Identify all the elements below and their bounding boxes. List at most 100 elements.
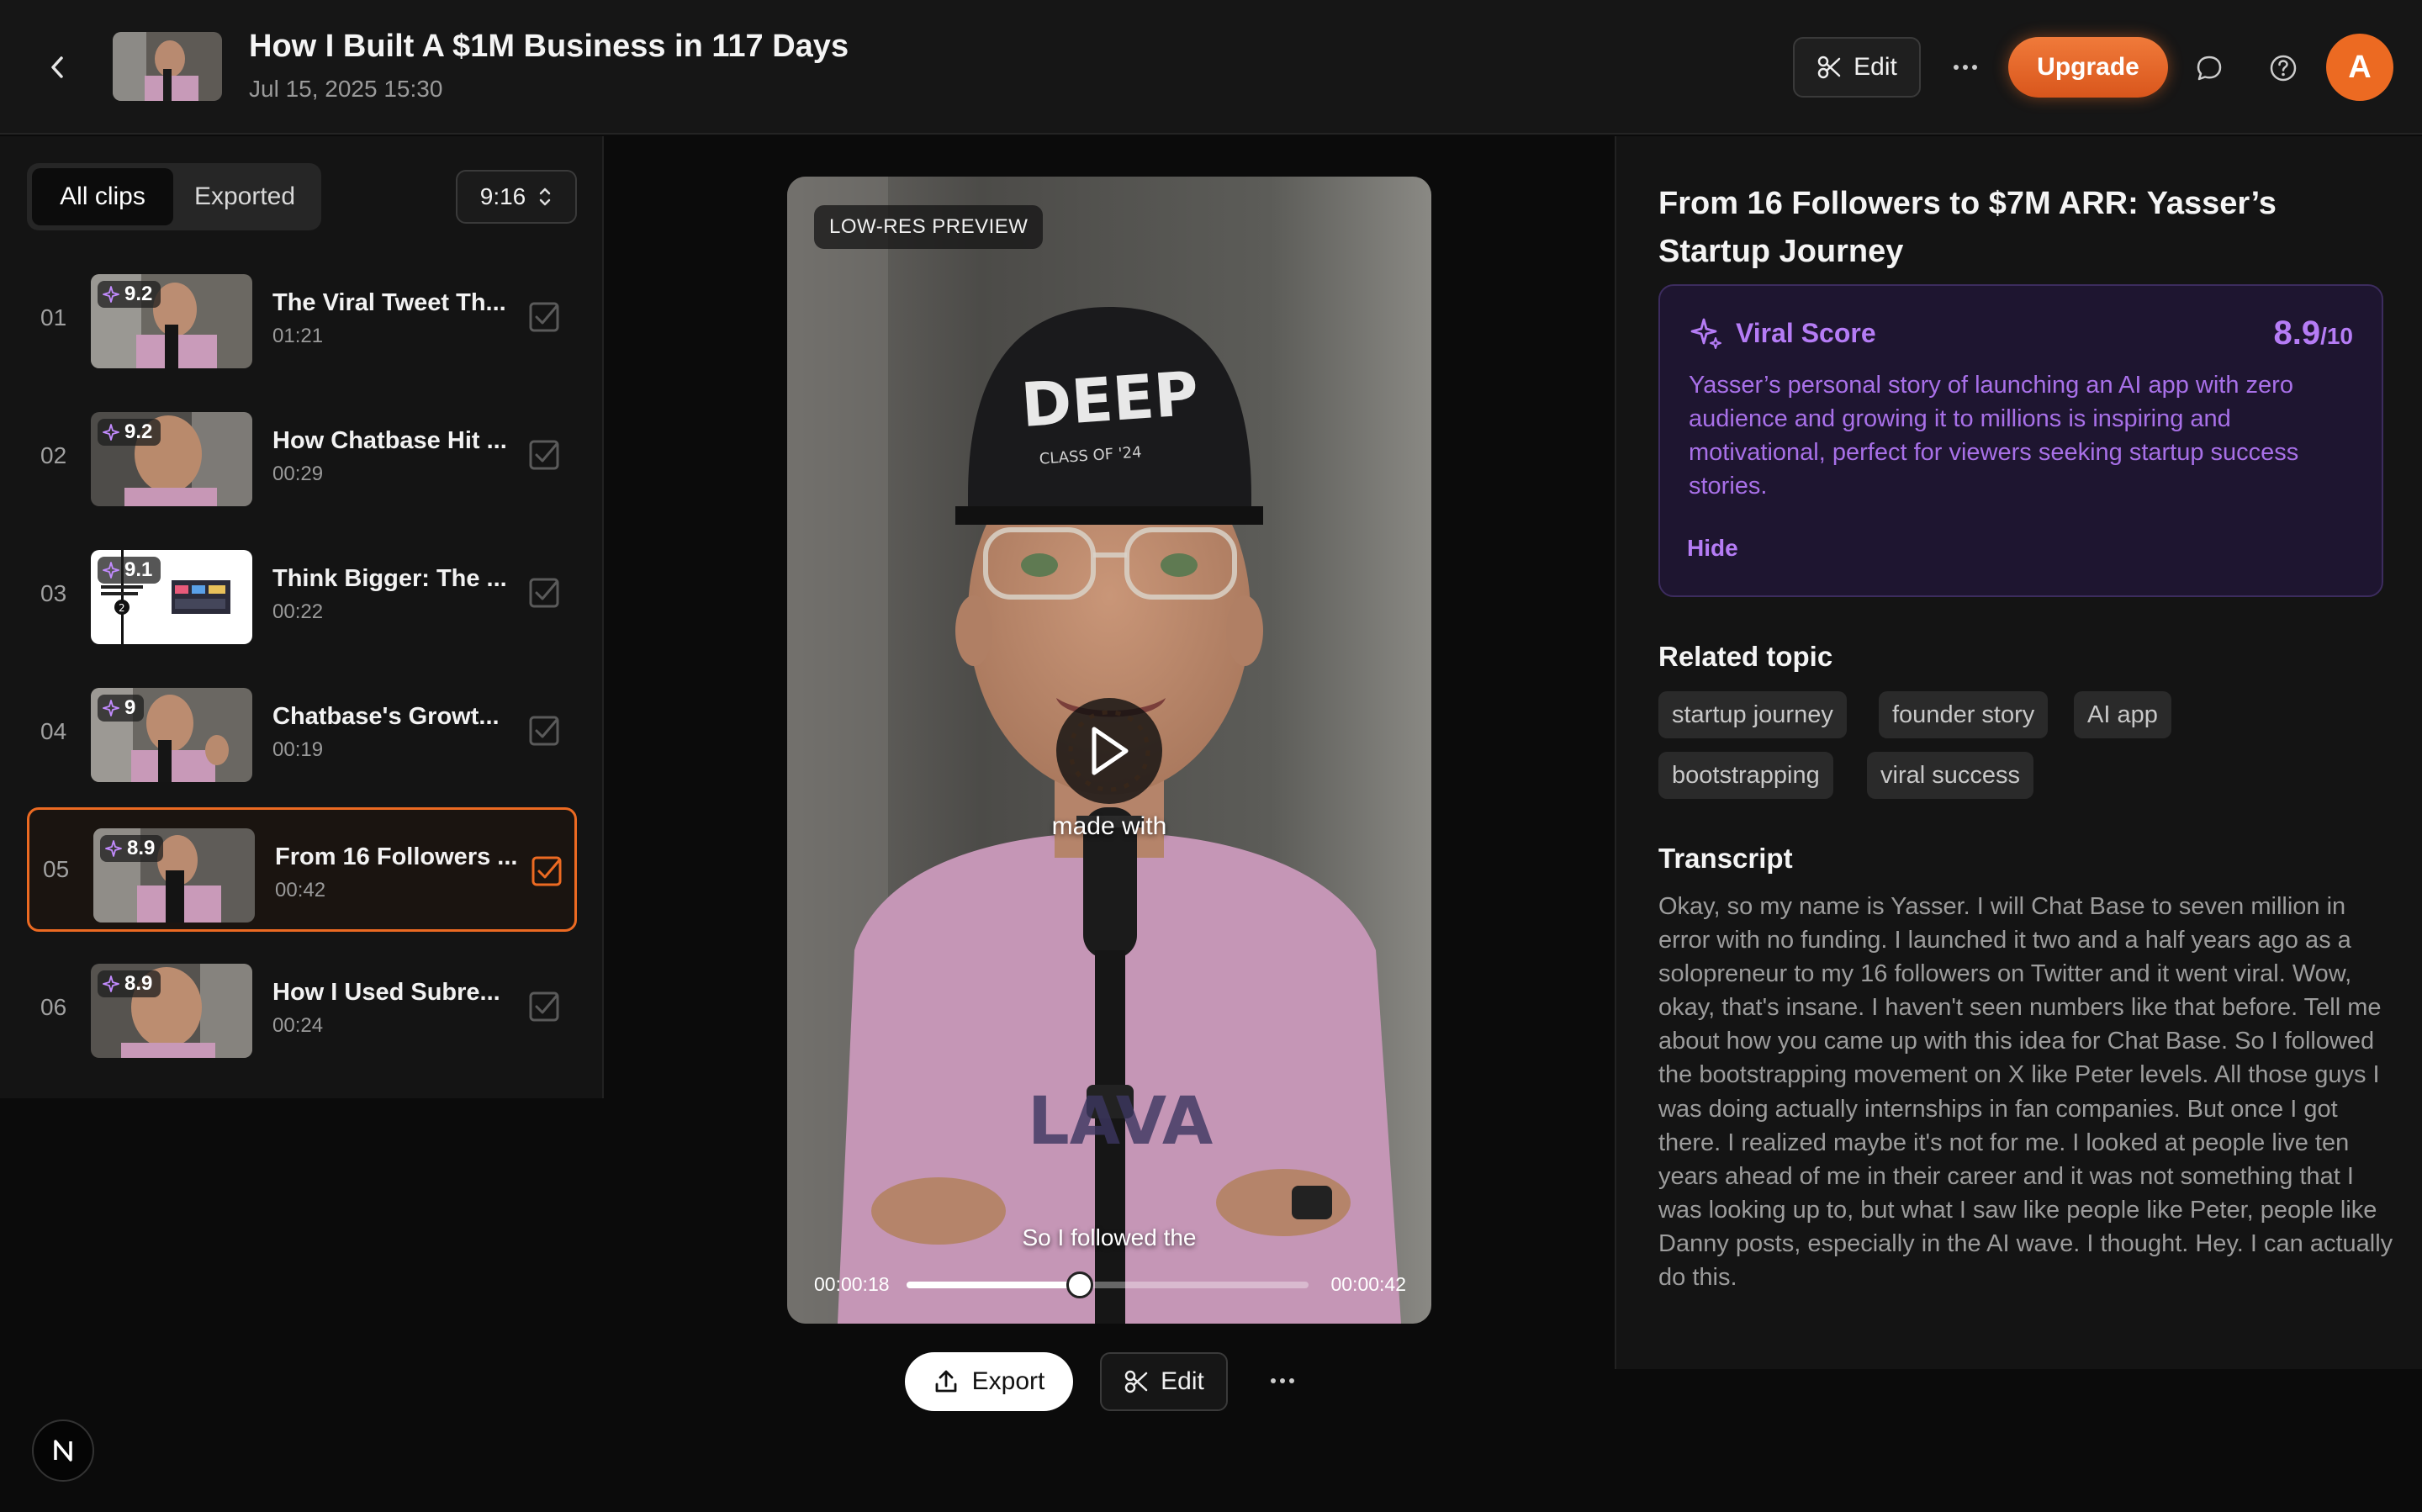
- clip-thumbnail: 9.2: [91, 274, 252, 368]
- tab-exported[interactable]: Exported: [173, 168, 316, 225]
- play-icon: [1092, 727, 1129, 775]
- clip-row[interactable]: 01 9.2 The Viral Tweet Th... 01:21: [27, 256, 577, 380]
- app-badge[interactable]: [32, 1419, 94, 1482]
- clip-duration: 00:42: [275, 879, 326, 901]
- clip-score-badge: 8.9: [98, 970, 161, 997]
- seek-handle[interactable]: [1066, 1271, 1093, 1298]
- seek-bar-progress: [907, 1282, 1080, 1288]
- total-time: 00:00:42: [1330, 1273, 1406, 1295]
- clip-score-value: 8.9: [127, 837, 156, 859]
- clip-thumbnail: 9: [91, 688, 252, 782]
- clip-row[interactable]: 04 9 Chatbase's Growt... 00:19: [27, 669, 577, 794]
- current-time: 00:00:18: [814, 1273, 890, 1295]
- seek-bar[interactable]: [907, 1271, 1309, 1298]
- clip-edit-label: Edit: [1161, 1367, 1204, 1395]
- tab-all-clips[interactable]: All clips: [32, 168, 173, 225]
- svg-text:LAVA: LAVA: [1028, 1084, 1213, 1160]
- clip-duration: 00:22: [272, 600, 324, 623]
- back-button[interactable]: [40, 49, 74, 86]
- top-header: How I Built A $1M Business in 117 Days J…: [0, 0, 2422, 135]
- topic-tag[interactable]: bootstrapping: [1658, 752, 1833, 799]
- video-date: Jul 15, 2025 15:30: [249, 76, 443, 102]
- clip-thumbnail: 8.9: [91, 964, 252, 1058]
- more-horizontal-icon: [1954, 65, 1977, 70]
- chat-button[interactable]: [2190, 49, 2229, 87]
- viral-score-max: /10: [2320, 323, 2353, 349]
- clip-number: 06: [40, 994, 67, 1020]
- header-edit-button[interactable]: Edit: [1793, 37, 1921, 98]
- clip-duration: 01:21: [272, 325, 324, 347]
- play-button[interactable]: [1056, 698, 1162, 804]
- viral-score-card: Viral Score 8.9/10 Yasser’s personal sto…: [1658, 284, 2383, 597]
- topic-tag[interactable]: viral success: [1867, 752, 2033, 799]
- page-title: How I Built A $1M Business in 117 Days: [249, 29, 849, 64]
- checkbox-icon[interactable]: [528, 577, 560, 609]
- viral-score-value: 8.9/10: [2273, 315, 2353, 352]
- help-circle-icon: [2270, 55, 2297, 82]
- clip-edit-button[interactable]: Edit: [1100, 1352, 1228, 1411]
- chevron-left-icon: [51, 56, 63, 78]
- export-button[interactable]: Export: [905, 1352, 1073, 1411]
- sparkle-icon: [1690, 318, 1721, 349]
- clip-score-value: 9: [124, 696, 136, 719]
- clip-score-value: 9.2: [124, 420, 153, 443]
- clip-row[interactable]: 06 8.9 How I Used Subre... 00:24: [27, 945, 577, 1070]
- clip-row-selected[interactable]: 05 8.9 From 16 Followers ... 00:42: [27, 807, 577, 932]
- checkbox-checked-icon[interactable]: [531, 855, 563, 887]
- video-thumbnail: [113, 32, 222, 101]
- clip-number: 02: [40, 442, 67, 468]
- chevron-up-down-icon: [540, 188, 551, 206]
- checkbox-icon[interactable]: [528, 715, 560, 747]
- export-label: Export: [971, 1367, 1045, 1395]
- clip-detail-title: From 16 Followers to $7M ARR: Yasser’s S…: [1658, 186, 2277, 269]
- scissors-icon: [1817, 56, 1841, 79]
- user-avatar[interactable]: A: [2326, 34, 2393, 101]
- hide-link[interactable]: Hide: [1687, 535, 1738, 562]
- video-player[interactable]: DEEP CLASS OF '24 LAVA LOW-RES PREVIEW m…: [787, 177, 1431, 1324]
- clip-score-badge: 8.9: [100, 835, 164, 862]
- svg-text:2: 2: [119, 602, 125, 614]
- checkbox-icon[interactable]: [528, 439, 560, 471]
- clip-title: Chatbase's Growt...: [272, 703, 500, 730]
- clip-title: From 16 Followers ...: [275, 843, 518, 870]
- viral-score-label: Viral Score: [1689, 316, 1876, 350]
- upgrade-button[interactable]: Upgrade: [2008, 37, 2168, 98]
- chat-bubble-icon: [2197, 56, 2222, 81]
- n-logo-icon: [54, 1440, 72, 1462]
- scissors-icon: [1124, 1370, 1148, 1393]
- clip-row[interactable]: 02 9.2 How Chatbase Hit ... 00:29: [27, 394, 577, 518]
- clip-score-value: 8.9: [124, 972, 153, 995]
- checkbox-icon[interactable]: [528, 301, 560, 333]
- help-button[interactable]: [2264, 49, 2303, 87]
- clip-title: How Chatbase Hit ...: [272, 427, 507, 454]
- clip-number: 01: [40, 304, 67, 330]
- clip-number: 03: [40, 580, 67, 606]
- checkbox-icon[interactable]: [528, 991, 560, 1023]
- clip-title: How I Used Subre...: [272, 979, 500, 1006]
- sparkle-icon: [103, 975, 119, 992]
- sparkle-icon: [103, 700, 119, 716]
- aspect-ratio-select[interactable]: 9:16: [456, 170, 577, 224]
- clip-title: Think Bigger: The ...: [272, 565, 507, 592]
- topic-tag[interactable]: AI app: [2074, 691, 2171, 738]
- topic-tag[interactable]: founder story: [1879, 691, 2049, 738]
- header-more-button[interactable]: [1943, 49, 1988, 86]
- clip-score-value: 9.1: [124, 558, 153, 581]
- clip-filter-tabs: All clips Exported: [27, 163, 321, 230]
- header-edit-label: Edit: [1854, 53, 1897, 81]
- viral-score-description: Yasser’s personal story of launching an …: [1689, 372, 2299, 500]
- low-res-badge: LOW-RES PREVIEW: [814, 205, 1044, 249]
- svg-text:DEEP: DEEP: [1019, 358, 1201, 441]
- topic-tag[interactable]: startup journey: [1658, 691, 1847, 738]
- clip-score-badge: 9: [98, 695, 145, 722]
- sparkle-icon: [103, 286, 119, 303]
- clip-score-value: 9.2: [124, 283, 153, 305]
- transcript-heading: Transcript: [1658, 843, 1793, 874]
- clip-row[interactable]: 03 2 9.1 Think Bigger: The ... 00:22: [27, 531, 577, 656]
- upload-icon: [935, 1370, 957, 1393]
- more-horizontal-icon: [1271, 1378, 1294, 1383]
- clip-thumbnail: 8.9: [93, 828, 255, 923]
- clip-more-button[interactable]: [1263, 1364, 1302, 1398]
- clip-details-panel: From 16 Followers to $7M ARR: Yasser’s S…: [1615, 136, 2422, 1369]
- clip-duration: 00:24: [272, 1014, 324, 1037]
